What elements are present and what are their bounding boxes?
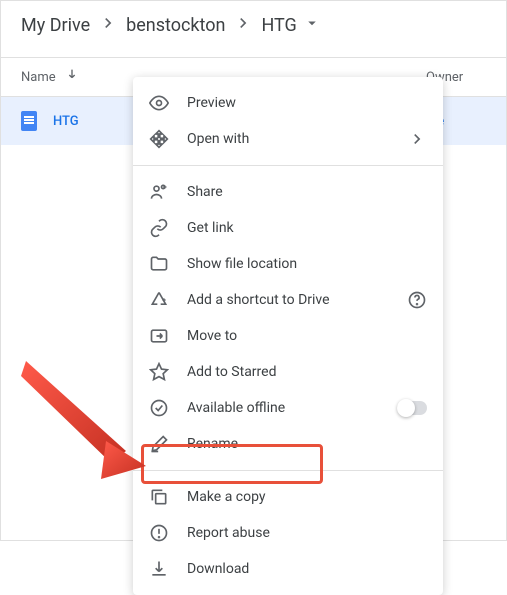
caret-down-icon (303, 14, 321, 37)
copy-icon (149, 487, 169, 507)
menu-divider (133, 470, 443, 471)
menu-divider (133, 165, 443, 166)
help-icon[interactable] (407, 290, 427, 310)
menu-add-shortcut[interactable]: Add a shortcut to Drive (133, 282, 443, 318)
menu-download[interactable]: Download (133, 551, 443, 587)
arrow-down-icon (64, 67, 80, 87)
annotation-arrow (11, 351, 151, 481)
chevron-right-icon (233, 13, 253, 38)
star-icon (149, 362, 169, 382)
menu-rename[interactable]: Rename (133, 426, 443, 462)
menu-share[interactable]: Share (133, 174, 443, 210)
share-icon (149, 182, 169, 202)
chevron-right-icon (407, 129, 427, 149)
menu-make-copy[interactable]: Make a copy (133, 479, 443, 515)
drive-shortcut-icon (149, 290, 169, 310)
folder-icon (149, 254, 169, 274)
menu-move-to[interactable]: Move to (133, 318, 443, 354)
breadcrumb-root[interactable]: My Drive (21, 15, 90, 36)
eye-icon (149, 93, 169, 113)
menu-report-abuse[interactable]: Report abuse (133, 515, 443, 551)
toggle-off[interactable] (397, 401, 427, 415)
menu-open-with[interactable]: Open with (133, 121, 443, 157)
download-icon (149, 559, 169, 579)
open-with-icon (149, 129, 169, 149)
file-name: HTG (53, 114, 79, 129)
context-menu: Preview Open with Share Get link Show fi… (133, 77, 443, 595)
menu-get-link[interactable]: Get link (133, 210, 443, 246)
breadcrumb: My Drive benstockton HTG (1, 1, 506, 49)
menu-preview[interactable]: Preview (133, 85, 443, 121)
move-icon (149, 326, 169, 346)
report-icon (149, 523, 169, 543)
menu-available-offline[interactable]: Available offline (133, 390, 443, 426)
breadcrumb-current[interactable]: HTG (261, 14, 320, 37)
chevron-right-icon (98, 13, 118, 38)
rename-icon (149, 434, 169, 454)
link-icon (149, 218, 169, 238)
docs-icon (21, 111, 37, 131)
menu-show-location[interactable]: Show file location (133, 246, 443, 282)
menu-add-starred[interactable]: Add to Starred (133, 354, 443, 390)
offline-icon (149, 398, 169, 418)
breadcrumb-folder[interactable]: benstockton (126, 15, 225, 36)
